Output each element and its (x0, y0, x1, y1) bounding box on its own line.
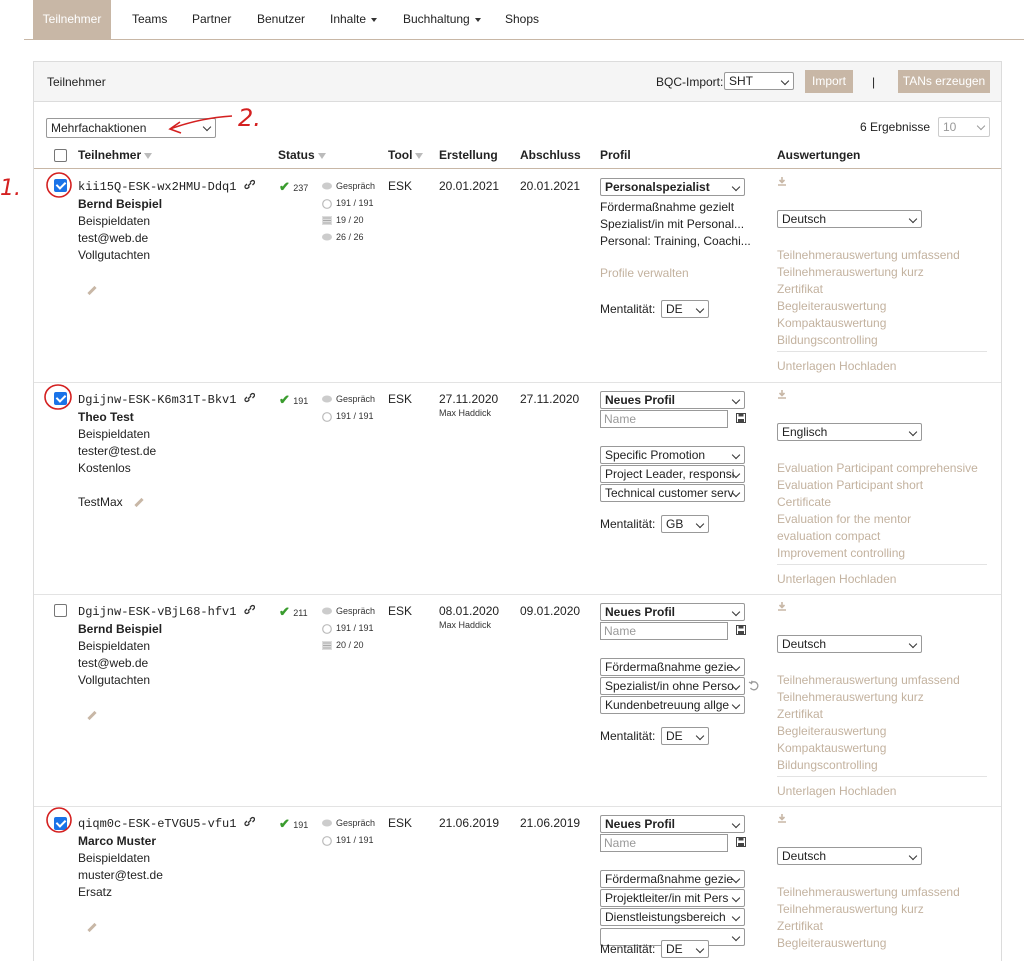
annotation-label-1: 1. (0, 176, 21, 201)
annotation-circle (46, 807, 72, 833)
annotation-overlay (44, 115, 233, 833)
annotation-circle (44, 384, 72, 410)
annotation-circle (46, 172, 72, 198)
annotation-label-2: 2. (238, 104, 261, 132)
